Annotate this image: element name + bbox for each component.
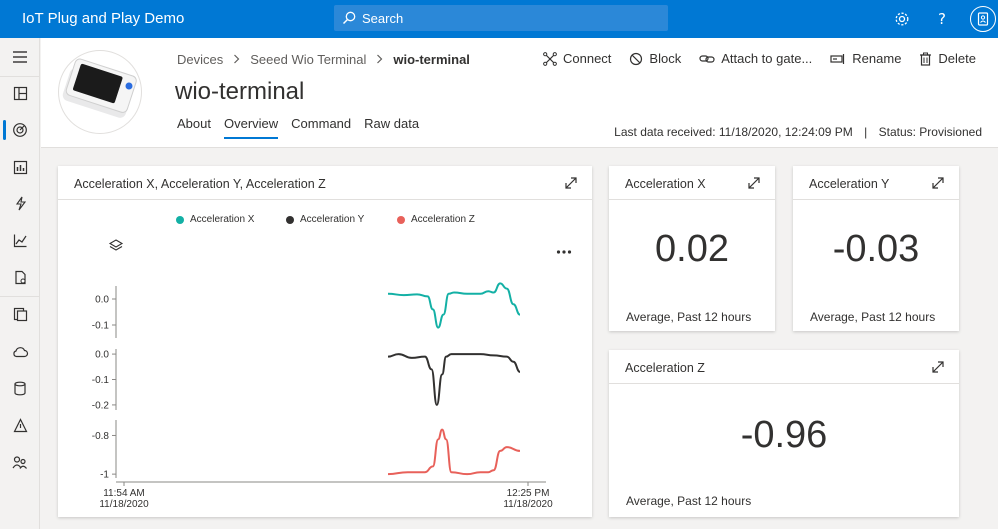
block-icon [630,52,643,65]
device-tabs: About Overview Command Raw data [177,116,432,139]
data-export-cloud-icon[interactable] [0,338,40,366]
breadcrumb-template-link[interactable]: Seeed Wio Terminal [250,52,366,67]
rename-button[interactable]: Rename [830,51,901,66]
menu-hamburger-icon[interactable] [0,43,40,71]
acceleration-line-chart: 0.0-0.10.0-0.1-0.2-0.8-111:54 AM11/18/20… [92,282,553,510]
connect-icon [543,51,557,66]
connect-button[interactable]: Connect [543,51,611,66]
administration-icon[interactable] [0,411,40,439]
nav-separator [0,76,40,77]
tab-about[interactable]: About [177,116,211,139]
y-tick-label: -0.2 [92,400,110,411]
device-image [58,50,142,134]
series-line-acceleration-z [387,428,521,476]
chevron-right-icon [376,52,383,67]
kpi-value: 0.02 [655,228,729,270]
expand-icon[interactable] [931,176,945,193]
expand-icon[interactable] [747,176,761,193]
delete-button[interactable]: Delete [919,51,976,66]
kpi-value: -0.96 [740,414,828,456]
x-tick-date-label: 11/18/2020 [99,499,149,510]
y-tick-label: -0.1 [92,375,110,386]
rules-icon[interactable] [0,189,40,217]
app-title[interactable]: IoT Plug and Play Demo [22,10,184,27]
nav-separator [0,296,40,297]
permissions-icon[interactable] [0,448,40,476]
tile-header: Acceleration Y [793,166,959,200]
rename-icon [830,53,845,64]
series-line-acceleration-y [387,353,521,406]
expand-icon[interactable] [931,360,945,377]
breadcrumb-current: wio-terminal [393,52,470,67]
block-button[interactable]: Block [629,51,681,66]
y-tick-label: -0.1 [92,321,110,332]
data-storage-icon[interactable] [0,374,40,402]
tile-title: Acceleration Y [809,177,890,191]
x-tick-time-label: 12:25 PM [507,488,550,499]
device-groups-icon[interactable] [0,153,40,181]
command-bar: Connect Block Attach to gate... Rename D… [525,51,976,66]
chevron-right-icon [233,52,240,67]
svg-text:?: ? [938,11,946,27]
rename-label: Rename [852,51,902,66]
link-icon [699,54,715,63]
search-box[interactable]: Search [334,5,668,31]
tile-header: Acceleration Z [609,350,959,384]
tab-command[interactable]: Command [291,116,351,139]
top-bar: IoT Plug and Play Demo Search ? [0,0,998,38]
tile-title: Acceleration Z [625,361,705,375]
breadcrumb-devices-link[interactable]: Devices [177,52,223,67]
trash-icon [920,52,932,66]
device-header: Devices Seeed Wio Terminal wio-terminal … [41,38,998,148]
tile-title: Acceleration X [625,177,706,191]
y-tick-label: 0.0 [95,350,109,361]
search-placeholder: Search [362,10,404,26]
dashboard-icon[interactable] [0,79,40,107]
tile-header: Acceleration X [609,166,775,200]
acceleration-y-tile: Acceleration Y -0.03 Average, Past 12 ho… [793,166,959,331]
block-label: Block [649,51,682,66]
kpi-value: -0.03 [832,228,920,270]
delete-label: Delete [938,51,976,66]
kpi-footer: Average, Past 12 hours [626,310,752,324]
y-tick-label: -0.8 [92,431,110,442]
series-line-acceleration-x [387,282,521,329]
kpi-footer: Average, Past 12 hours [626,494,752,508]
status-badge: Status: Provisioned [878,125,982,139]
attach-label: Attach to gate... [721,51,813,66]
x-tick-time-label: 11:54 AM [103,488,145,499]
y-tick-label: 0.0 [95,295,109,306]
search-icon [342,11,356,25]
connect-label: Connect [563,51,612,66]
acceleration-x-tile: Acceleration X 0.02 Average, Past 12 hou… [609,166,775,331]
settings-gear-icon[interactable] [890,7,914,31]
breadcrumb: Devices Seeed Wio Terminal wio-terminal [177,52,470,67]
tab-raw-data[interactable]: Raw data [364,116,419,139]
help-question-icon[interactable]: ? [930,7,954,31]
jobs-icon[interactable] [0,263,40,291]
y-tick-label: -1 [100,470,109,481]
device-templates-icon[interactable] [0,300,40,328]
acceleration-chart-tile: Acceleration X, Acceleration Y, Accelera… [58,166,592,517]
account-avatar-icon[interactable] [970,6,996,32]
analytics-icon[interactable] [0,226,40,254]
last-data-received: Last data received: 11/18/2020, 12:24:09… [614,125,853,139]
status-separator: | [864,125,868,139]
acceleration-z-tile: Acceleration Z -0.96 Average, Past 12 ho… [609,350,959,517]
kpi-footer: Average, Past 12 hours [810,310,936,324]
device-status-line: Last data received: 11/18/2020, 12:24:09… [614,125,982,139]
attach-to-gateway-button[interactable]: Attach to gate... [699,51,812,66]
left-navigation [0,38,40,529]
page-title: wio-terminal [175,78,305,105]
devices-icon[interactable] [0,116,40,144]
tab-overview[interactable]: Overview [223,116,279,139]
x-tick-date-label: 11/18/2020 [503,499,553,510]
